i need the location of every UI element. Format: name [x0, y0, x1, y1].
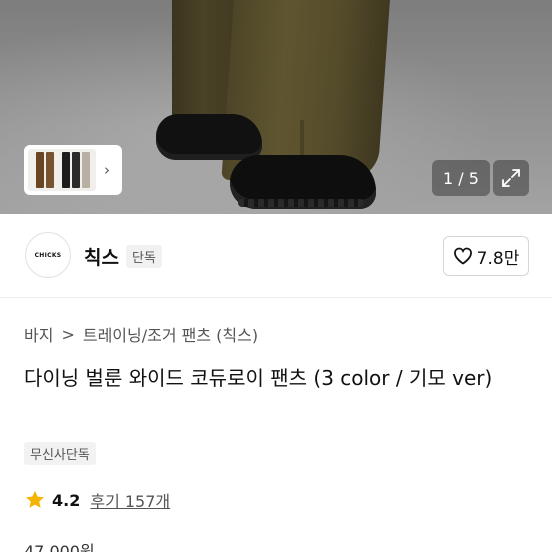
rating-row: 4.2 후기 157개: [24, 488, 170, 512]
thumb-leg-brown-2: [46, 152, 54, 188]
thumbnail-image: [28, 149, 96, 191]
color-thumbnail-button[interactable]: ›: [24, 145, 122, 195]
thumb-leg-black-2: [72, 152, 80, 188]
breadcrumb-item-category[interactable]: 바지: [24, 322, 53, 346]
breadcrumb-item-subcategory[interactable]: 트레이닝/조거 팬츠 (칙스): [83, 322, 258, 346]
shoe-right: [230, 155, 376, 209]
chevron-right-icon: ›: [104, 161, 110, 179]
musinsa-exclusive-badge: 무신사단독: [24, 442, 96, 465]
shoe-left: [156, 114, 262, 160]
breadcrumb: 바지 > 트레이닝/조거 팬츠 (칙스): [24, 322, 258, 346]
breadcrumb-separator: >: [61, 324, 75, 344]
product-title: 다이닝 벌룬 와이드 코듀로이 팬츠 (3 color / 기모 ver): [24, 366, 493, 390]
product-image-gallery[interactable]: › 1 / 5: [0, 0, 552, 214]
thumb-leg-brown: [36, 152, 44, 188]
expand-button[interactable]: [493, 160, 529, 196]
thumb-leg-beige: [82, 152, 90, 188]
product-price: 47,000원: [24, 542, 95, 552]
brand-exclusive-badge: 단독: [126, 245, 162, 268]
like-button[interactable]: 7.8만: [443, 236, 529, 276]
heart-icon: [453, 247, 472, 265]
star-icon: [26, 490, 44, 508]
brand-name[interactable]: 칙스: [84, 243, 119, 270]
expand-icon: [502, 169, 520, 187]
like-count: 7.8만: [476, 248, 520, 269]
thumb-leg-black: [62, 152, 70, 188]
brand-row: CHICKS 칙스 단독 7.8만: [0, 214, 552, 298]
reviews-link[interactable]: 후기 157개: [90, 488, 170, 512]
rating-score: 4.2: [52, 490, 81, 510]
brand-logo[interactable]: CHICKS: [25, 232, 71, 278]
shoe-sole: [238, 199, 364, 207]
image-counter: 1 / 5: [432, 160, 490, 196]
